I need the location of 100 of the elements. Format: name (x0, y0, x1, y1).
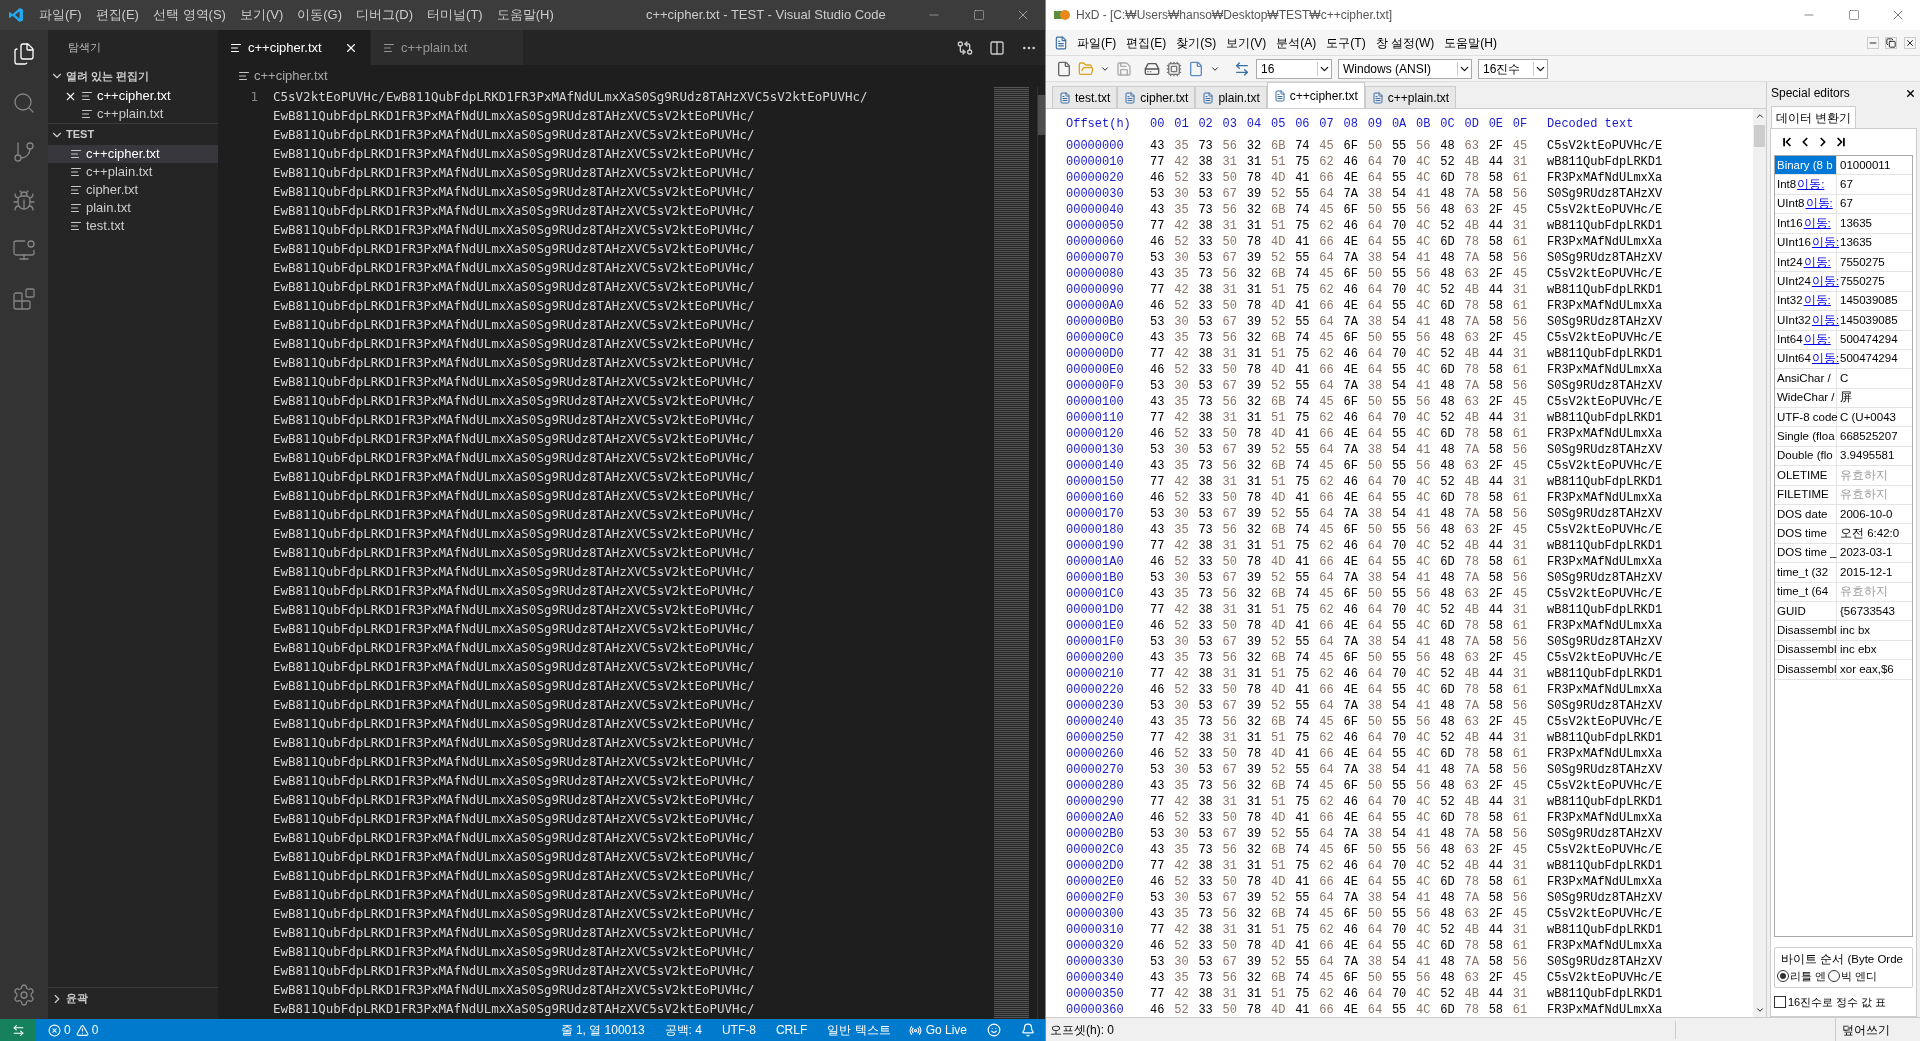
hex-cell[interactable]: 55 (1391, 681, 1417, 699)
hex-cell[interactable]: 50 (1222, 361, 1247, 379)
hex-cell[interactable]: 33 (1198, 553, 1223, 571)
hex-cell[interactable]: 63 (1464, 713, 1489, 731)
hex-cell[interactable]: 35 (1174, 265, 1199, 283)
hex-cell[interactable]: 4B (1464, 409, 1489, 427)
hex-cell[interactable]: 67 (1222, 633, 1247, 651)
hex-cell[interactable]: 41 (1295, 937, 1320, 955)
hex-cell[interactable]: 2F (1488, 649, 1513, 667)
goto-link[interactable]: 이동: (1803, 292, 1831, 310)
hex-cell[interactable]: 55 (1391, 553, 1417, 571)
hex-cell[interactable]: 50 (1222, 937, 1247, 955)
hex-cell[interactable]: 64 (1319, 633, 1344, 651)
hex-cell[interactable]: 43 (1150, 265, 1175, 283)
hex-cell[interactable]: 66 (1319, 297, 1344, 315)
hex-cell[interactable]: 75 (1295, 793, 1320, 811)
hex-cell[interactable]: 61 (1512, 745, 1537, 763)
hex-cell[interactable]: 4B (1464, 793, 1489, 811)
hex-cell[interactable]: 58 (1488, 425, 1513, 443)
hex-cell[interactable]: 4E (1343, 1001, 1368, 1017)
hex-cell[interactable]: 41 (1416, 569, 1441, 587)
hex-cell[interactable]: 31 (1512, 985, 1537, 1003)
inspector-label[interactable]: Disassembl (1775, 660, 1837, 679)
hex-cell[interactable]: 70 (1391, 473, 1417, 491)
hex-cell[interactable]: 56 (1222, 457, 1247, 475)
hex-cell[interactable]: 64 (1367, 617, 1392, 635)
hex-cell[interactable]: 67 (1222, 441, 1247, 459)
hex-cell[interactable]: 73 (1198, 649, 1223, 667)
hex-cell[interactable]: 46 (1343, 409, 1368, 427)
hex-cell[interactable]: 56 (1416, 777, 1441, 795)
decoded-text[interactable]: C5sV2ktEoPUVHc/E (1547, 713, 1663, 731)
hex-cell[interactable]: 7A (1464, 313, 1489, 331)
hex-cell[interactable]: 48 (1440, 313, 1465, 331)
inspector-label[interactable]: Int24이동: (1775, 252, 1837, 272)
hex-cell[interactable]: 7A (1343, 185, 1368, 203)
hex-cell[interactable]: 66 (1319, 745, 1344, 763)
hex-cell[interactable]: 31 (1246, 217, 1271, 235)
hex-cell[interactable]: 4C (1416, 489, 1441, 507)
hex-cell[interactable]: 77 (1150, 729, 1175, 747)
hex-cell[interactable]: 7A (1464, 249, 1489, 267)
hex-cell[interactable]: 54 (1391, 697, 1417, 715)
hex-cell[interactable]: 62 (1319, 345, 1344, 363)
hex-cell[interactable]: 75 (1295, 601, 1320, 619)
hex-cell[interactable]: 51 (1270, 857, 1296, 875)
hex-cell[interactable]: 6F (1343, 841, 1368, 859)
hex-cell[interactable]: 53 (1198, 633, 1223, 651)
hex-cell[interactable]: 45 (1512, 713, 1537, 731)
hex-cell[interactable]: 62 (1319, 281, 1344, 299)
hex-cell[interactable]: 48 (1440, 201, 1465, 219)
hex-cell[interactable]: 30 (1174, 441, 1199, 459)
hex-cell[interactable]: 41 (1416, 505, 1441, 523)
hex-cell[interactable]: 42 (1174, 217, 1199, 235)
hex-cell[interactable]: 46 (1343, 921, 1368, 939)
hex-cell[interactable]: 55 (1295, 825, 1320, 843)
hex-cell[interactable]: 63 (1464, 329, 1489, 347)
menu-item[interactable]: 도움말(H) (1439, 33, 1502, 52)
hex-cell[interactable]: 67 (1222, 697, 1247, 715)
hex-cell[interactable]: 58 (1488, 233, 1513, 251)
hex-cell[interactable]: 7A (1464, 825, 1489, 843)
hex-cell[interactable]: 4E (1343, 681, 1368, 699)
hex-cell[interactable]: 42 (1174, 601, 1199, 619)
panel-tab[interactable]: 데이터 변환기 (1771, 106, 1857, 128)
hex-cell[interactable]: 4D (1270, 553, 1296, 571)
hex-cell[interactable]: 78 (1246, 937, 1271, 955)
hex-cell[interactable]: 56 (1512, 377, 1537, 395)
decoded-text[interactable]: wB811QubFdpLRKD1 (1547, 217, 1663, 235)
hex-cell[interactable]: 52 (1270, 697, 1296, 715)
hex-cell[interactable]: 31 (1246, 985, 1271, 1003)
hex-cell[interactable]: 4B (1464, 601, 1489, 619)
file-tab[interactable]: plain.txt (1195, 86, 1267, 108)
hex-cell[interactable]: 35 (1174, 585, 1199, 603)
close-icon[interactable] (1905, 87, 1916, 99)
hex-cell[interactable]: 70 (1391, 985, 1417, 1003)
hex-cell[interactable]: 55 (1295, 377, 1320, 395)
hex-cell[interactable]: 50 (1367, 777, 1392, 795)
hex-cell[interactable]: 74 (1295, 777, 1320, 795)
hex-cell[interactable]: 78 (1464, 937, 1489, 955)
hex-cell[interactable]: 67 (1222, 889, 1247, 907)
hex-cell[interactable]: 48 (1440, 377, 1465, 395)
hex-cell[interactable]: 53 (1150, 377, 1175, 395)
decoded-text[interactable]: wB811QubFdpLRKD1 (1547, 345, 1663, 363)
hex-cell[interactable]: 78 (1464, 297, 1489, 315)
hex-cell[interactable]: 63 (1464, 265, 1489, 283)
hex-cell[interactable]: 53 (1198, 505, 1223, 523)
hex-cell[interactable]: 6F (1343, 137, 1368, 155)
hex-cell[interactable]: 4E (1343, 169, 1368, 187)
hex-cell[interactable]: 7A (1464, 633, 1489, 651)
hex-cell[interactable]: 4C (1416, 601, 1441, 619)
hex-cell[interactable]: 67 (1222, 185, 1247, 203)
goto-link[interactable]: 이동: (1811, 234, 1840, 252)
hex-cell[interactable]: 52 (1270, 505, 1296, 523)
hex-cell[interactable]: 54 (1391, 633, 1417, 651)
hex-cell[interactable]: 64 (1367, 745, 1392, 763)
inspector-label[interactable]: Int64이동: (1775, 330, 1837, 349)
hex-cell[interactable]: 6B (1270, 649, 1296, 667)
hex-cell[interactable]: 64 (1319, 889, 1344, 907)
hex-cell[interactable]: 52 (1440, 537, 1465, 555)
hex-cell[interactable]: 6B (1270, 329, 1296, 347)
hex-cell[interactable]: 4C (1416, 873, 1441, 891)
hex-cell[interactable]: 53 (1150, 633, 1175, 651)
